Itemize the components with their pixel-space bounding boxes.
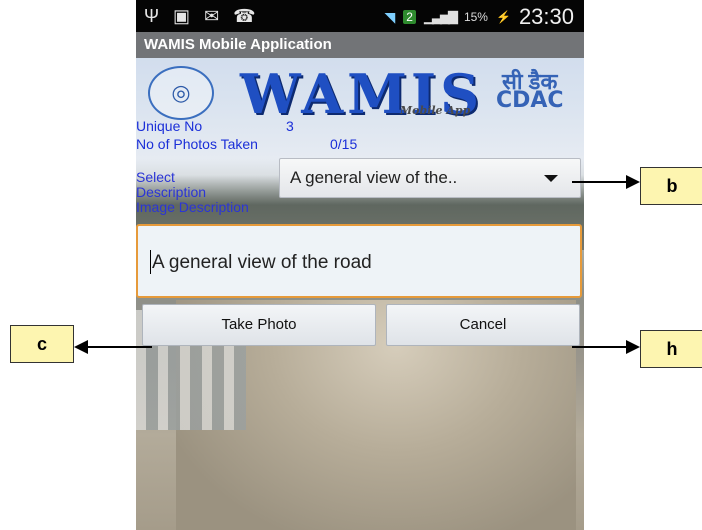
phone-screen: Ψ ▣ ✉ ☎ ◥ 2 ▁▃▅▇ 15% ⚡ 23:30 WAMIS Mobil…	[136, 0, 584, 530]
callout-h: h	[640, 330, 702, 368]
take-photo-button[interactable]: Take Photo	[142, 304, 376, 346]
select-description-text: Select Description	[136, 169, 207, 200]
chevron-down-icon	[544, 175, 558, 182]
network-badge: 2	[403, 10, 416, 24]
image-description-input[interactable]: A general view of the road	[136, 224, 582, 298]
battery-charging-icon: ⚡	[495, 10, 511, 24]
clock: 23:30	[518, 4, 574, 29]
callout-b-line	[572, 181, 630, 183]
image-description-text: Image Description	[136, 199, 249, 215]
callout-c: c	[10, 325, 74, 363]
cdac-logo: CDAC	[496, 88, 564, 113]
mobile-app-tagline: Mobile App	[400, 104, 471, 117]
callout-h-arrowhead	[626, 340, 640, 354]
photos-taken-value: 0/15	[330, 136, 358, 152]
unique-no-label: Unique No	[136, 118, 203, 134]
unique-no-value: 3	[286, 118, 294, 134]
select-description-label: Select Description Image Description	[136, 170, 249, 215]
wifi-icon: ◥	[384, 8, 396, 25]
status-bar: Ψ ▣ ✉ ☎ ◥ 2 ▁▃▅▇ 15% ⚡ 23:30	[136, 0, 584, 32]
callout-c-line	[86, 346, 152, 348]
phone-call-icon: ☎	[233, 6, 256, 26]
image-description-value: A general view of the road	[152, 252, 372, 273]
mail-icon: ✉	[204, 6, 220, 26]
usb-icon: Ψ	[144, 6, 160, 26]
image-icon: ▣	[173, 6, 191, 26]
photos-taken-label: No of Photos Taken	[136, 136, 258, 152]
cancel-button[interactable]: Cancel	[386, 304, 580, 346]
callout-h-line	[572, 346, 630, 348]
app-title: WAMIS Mobile Application	[144, 36, 332, 53]
dropdown-selected-value: A general view of the..	[290, 168, 458, 187]
description-dropdown[interactable]: A general view of the..	[279, 158, 581, 198]
battery-percentage: 15%	[463, 10, 488, 24]
signal-icon: ▁▃▅▇	[423, 9, 458, 24]
government-emblem-icon: ◎	[148, 66, 214, 120]
callout-b: b	[640, 167, 702, 205]
callout-b-arrowhead	[626, 175, 640, 189]
app-titlebar: WAMIS Mobile Application	[136, 32, 584, 58]
text-cursor	[150, 250, 151, 274]
